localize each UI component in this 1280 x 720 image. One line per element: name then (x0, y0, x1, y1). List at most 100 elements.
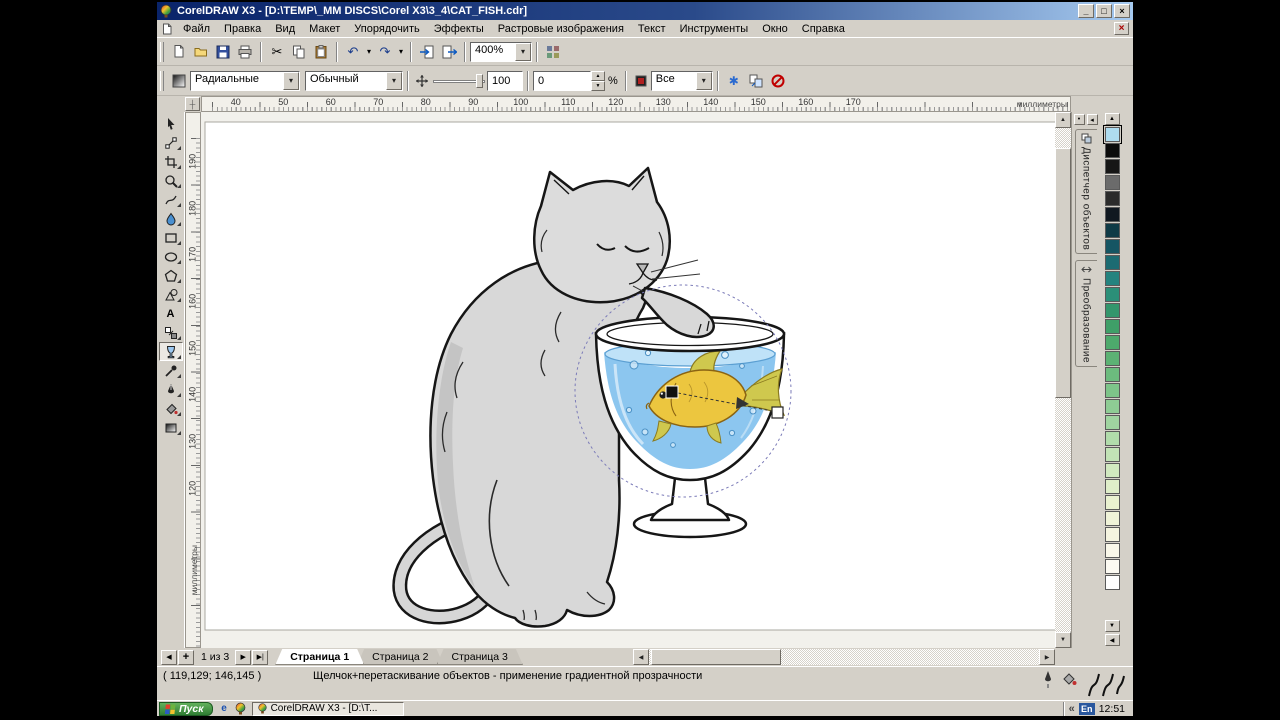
transparency-target-combo[interactable]: Все ▾ (651, 71, 713, 91)
color-swatch[interactable] (1105, 271, 1120, 286)
maximize-button[interactable]: □ (1096, 4, 1112, 18)
transparency-operation-combo[interactable]: Обычный ▾ (305, 71, 403, 91)
color-swatch[interactable] (1105, 383, 1120, 398)
rectangle-tool[interactable] (159, 228, 183, 247)
scroll-down-button[interactable]: ▼ (1055, 632, 1071, 648)
start-button[interactable]: Пуск (159, 702, 213, 716)
vertical-scrollbar[interactable]: ▲ ▼ (1055, 112, 1071, 648)
close-button[interactable]: × (1114, 4, 1130, 18)
drawing-canvas[interactable] (201, 112, 1055, 648)
minimize-button[interactable]: _ (1078, 4, 1094, 18)
color-swatch[interactable] (1105, 559, 1120, 574)
ruler-origin-button[interactable]: ┼ (185, 97, 200, 111)
transparency-target-icon-button[interactable] (631, 70, 651, 92)
midpoint-slider[interactable] (431, 72, 487, 90)
copy-transparency-button[interactable] (745, 70, 767, 92)
page-tab[interactable]: Страница 3 (437, 649, 523, 665)
menu-item[interactable]: Справка (795, 21, 852, 37)
docker-tab-transformation[interactable]: Преобразование (1075, 260, 1097, 367)
palette-scroll-up-button[interactable]: ▲ (1105, 113, 1120, 125)
color-swatch[interactable] (1105, 527, 1120, 542)
paste-button[interactable] (310, 41, 332, 63)
color-swatch[interactable] (1105, 255, 1120, 270)
color-swatch[interactable] (1105, 335, 1120, 350)
taskbar-task-button[interactable]: CorelDRAW X3 - [D:\T... (252, 702, 404, 716)
color-swatch[interactable] (1105, 495, 1120, 510)
color-swatch[interactable] (1105, 287, 1120, 302)
save-button[interactable] (212, 41, 234, 63)
zoom-tool[interactable] (159, 171, 183, 190)
toolbar-grip[interactable] (160, 71, 164, 91)
color-swatch[interactable] (1105, 543, 1120, 558)
shape-tool[interactable] (159, 133, 183, 152)
redo-dropdown[interactable]: ▾ (396, 41, 406, 63)
open-button[interactable] (190, 41, 212, 63)
scroll-up-button[interactable]: ▲ (1055, 112, 1071, 128)
pick-tool[interactable] (159, 114, 183, 133)
color-swatch[interactable] (1105, 319, 1120, 334)
redo-button[interactable]: ↷ (374, 41, 396, 63)
menu-item[interactable]: Окно (755, 21, 795, 37)
menu-item[interactable]: Инструменты (673, 21, 756, 37)
color-swatch[interactable] (1105, 175, 1120, 190)
color-swatch[interactable] (1105, 415, 1120, 430)
transparency-type-combo[interactable]: Радиальные ▾ (190, 71, 300, 91)
add-page-button[interactable]: + (178, 650, 194, 665)
color-swatch[interactable] (1105, 159, 1120, 174)
coreldraw-quick-launch-icon[interactable] (234, 702, 247, 715)
color-swatch[interactable] (1105, 399, 1120, 414)
dropdown-arrow-icon[interactable]: ▾ (696, 72, 712, 90)
page-tab[interactable]: Страница 1 (275, 649, 364, 665)
color-swatch[interactable] (1105, 191, 1120, 206)
horizontal-scrollbar[interactable]: ◀ ▶ (633, 649, 1055, 665)
dropdown-arrow-icon[interactable]: ▾ (283, 72, 299, 90)
color-swatch[interactable] (1105, 143, 1120, 158)
no-transparency-button[interactable] (767, 70, 789, 92)
docker-pin-button[interactable]: • (1074, 114, 1085, 125)
color-swatch[interactable] (1105, 511, 1120, 526)
color-swatch[interactable] (1105, 223, 1120, 238)
color-swatch[interactable] (1105, 207, 1120, 222)
fill-tool[interactable] (159, 399, 183, 418)
scroll-right-button[interactable]: ▶ (1039, 649, 1055, 665)
gradient-start-handle[interactable] (666, 386, 678, 398)
vertical-ruler[interactable]: 190180170160150140130120 миллиметры (185, 112, 201, 648)
spin-down-icon[interactable]: ▼ (591, 81, 605, 91)
menu-item[interactable]: Файл (176, 21, 217, 37)
menu-item[interactable]: Растровые изображения (491, 21, 631, 37)
dropdown-arrow-icon[interactable]: ▾ (515, 43, 531, 61)
color-swatch[interactable] (1105, 239, 1120, 254)
color-swatch[interactable] (1105, 447, 1120, 462)
gradient-end-handle[interactable] (772, 407, 783, 418)
last-page-button[interactable]: ▶| (252, 650, 268, 665)
docker-collapse-button[interactable]: ◂ (1087, 114, 1098, 125)
language-indicator[interactable]: En (1079, 703, 1095, 715)
slider-thumb[interactable] (476, 74, 483, 88)
scroll-left-button[interactable]: ◀ (633, 649, 649, 665)
menu-item[interactable]: Макет (302, 21, 347, 37)
gradient-angle-field[interactable]: 0 (533, 71, 591, 91)
color-swatch[interactable] (1105, 303, 1120, 318)
undo-dropdown[interactable]: ▾ (364, 41, 374, 63)
color-swatch[interactable] (1105, 351, 1120, 366)
zoom-level-combo[interactable]: 400% ▾ (470, 42, 532, 62)
first-page-button[interactable]: ◀ (161, 650, 177, 665)
undo-button[interactable]: ↶ (342, 41, 364, 63)
freeze-transparency-button[interactable]: ✱ (723, 70, 745, 92)
palette-scroll-down-button[interactable]: ▼ (1105, 620, 1120, 632)
color-swatch[interactable] (1105, 367, 1120, 382)
menu-item[interactable]: Текст (631, 21, 673, 37)
angle-spinner[interactable]: ▲ ▼ (591, 71, 605, 91)
horizontal-scroll-thumb[interactable] (651, 649, 781, 665)
eyedropper-tool[interactable] (159, 361, 183, 380)
application-launcher-button[interactable] (542, 41, 564, 63)
color-swatch[interactable] (1105, 431, 1120, 446)
print-button[interactable] (234, 41, 256, 63)
new-button[interactable] (168, 41, 190, 63)
browser-quick-launch-icon[interactable]: e (218, 702, 231, 715)
next-page-button[interactable]: ▶ (235, 650, 251, 665)
close-document-button[interactable]: × (1114, 22, 1129, 35)
cut-button[interactable]: ✂ (266, 41, 288, 63)
polygon-tool[interactable] (159, 266, 183, 285)
horizontal-ruler[interactable]: 405060708090100110120130140150160170 мил… (201, 96, 1071, 112)
